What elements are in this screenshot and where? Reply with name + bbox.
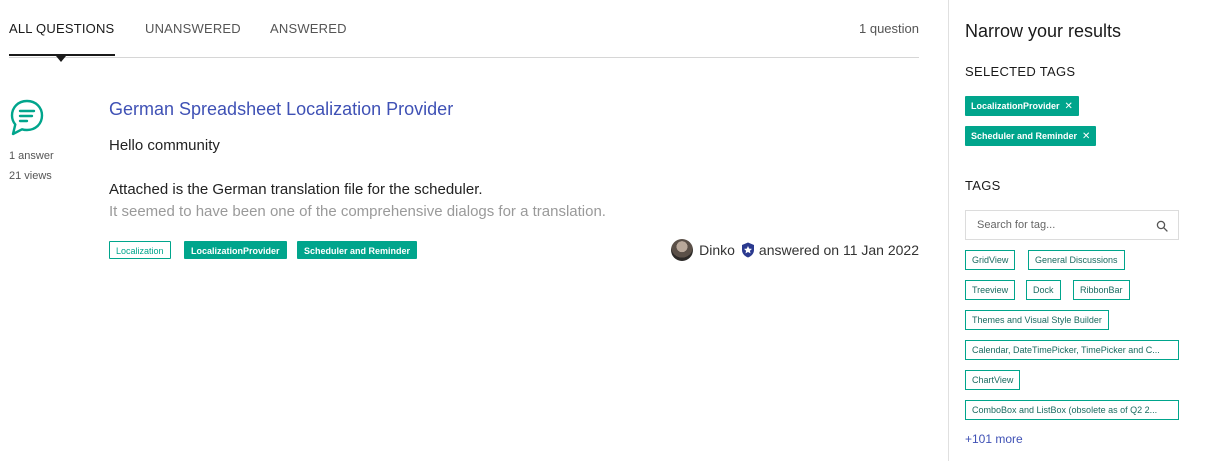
tag-filter[interactable]: Calendar, DateTimePicker, TimePicker and…	[965, 340, 1179, 360]
filter-sidebar: Narrow your results SELECTED TAGS Locali…	[949, 0, 1205, 461]
tag-search	[965, 210, 1179, 240]
tag-filter[interactable]: RibbonBar	[1073, 280, 1130, 300]
selected-tags-heading: SELECTED TAGS	[965, 64, 1076, 79]
avatar[interactable]	[671, 239, 694, 261]
tag-filter[interactable]: ChartView	[965, 370, 1021, 390]
question-count: 1 question	[859, 21, 919, 36]
tag-filter[interactable]: GridView	[965, 250, 1016, 270]
selected-tag-label: LocalizationProvider	[971, 101, 1060, 111]
tab-unanswered[interactable]: UNANSWERED	[145, 21, 241, 36]
tag-filter[interactable]: Treeview	[965, 280, 1016, 300]
tag-filter[interactable]: Themes and Visual Style Builder	[965, 310, 1109, 330]
tag-filter[interactable]: General Discussions	[1028, 250, 1125, 270]
tag-scheduler-and-reminder[interactable]: Scheduler and Reminder	[297, 241, 418, 259]
excerpt-line: It seemed to have been one of the compre…	[109, 203, 606, 220]
selected-tag: LocalizationProvider ✕	[965, 96, 1079, 116]
selected-tag: Scheduler and Reminder ✕	[965, 126, 1097, 146]
tag-filter[interactable]: Dock	[1026, 280, 1061, 300]
more-tags-link[interactable]: +101 more	[965, 432, 1023, 446]
questions-panel: ALL QUESTIONS UNANSWERED ANSWERED 1 ques…	[0, 0, 948, 461]
excerpt-line: Attached is the German translation file …	[109, 181, 483, 198]
chat-bubble-icon	[10, 99, 44, 136]
tag-filter[interactable]: ComboBox and ListBox (obsolete as of Q2 …	[965, 400, 1179, 420]
active-tab-caret	[56, 56, 66, 62]
author-name[interactable]: Dinko	[699, 242, 735, 258]
excerpt-line: Hello community	[109, 137, 220, 154]
tag-search-input[interactable]	[975, 218, 1149, 232]
remove-tag-icon[interactable]: ✕	[1065, 101, 1073, 112]
question-tabs: ALL QUESTIONS UNANSWERED ANSWERED 1 ques…	[9, 0, 919, 62]
answer-count: 1 answer	[9, 150, 54, 162]
tag-localization[interactable]: Localization	[109, 241, 171, 259]
question-title[interactable]: German Spreadsheet Localization Provider	[109, 99, 453, 120]
tab-answered[interactable]: ANSWERED	[270, 21, 347, 36]
view-count: 21 views	[9, 170, 52, 182]
question-stats: 1 answer 21 views	[9, 146, 54, 186]
selected-tag-label: Scheduler and Reminder	[971, 131, 1078, 141]
question-excerpt: Hello community Attached is the German t…	[109, 135, 669, 223]
tags-heading: TAGS	[965, 178, 1001, 193]
shield-badge-icon	[741, 242, 754, 258]
tag-localizationprovider[interactable]: LocalizationProvider	[184, 241, 287, 259]
answered-date: answered on 11 Jan 2022	[758, 242, 919, 258]
sidebar-title: Narrow your results	[965, 21, 1122, 41]
author-info: Dinko answered on 11 Jan 2022	[671, 239, 919, 261]
search-icon[interactable]	[1156, 220, 1168, 232]
tab-all-questions[interactable]: ALL QUESTIONS	[9, 21, 114, 36]
remove-tag-icon[interactable]: ✕	[1082, 131, 1090, 142]
